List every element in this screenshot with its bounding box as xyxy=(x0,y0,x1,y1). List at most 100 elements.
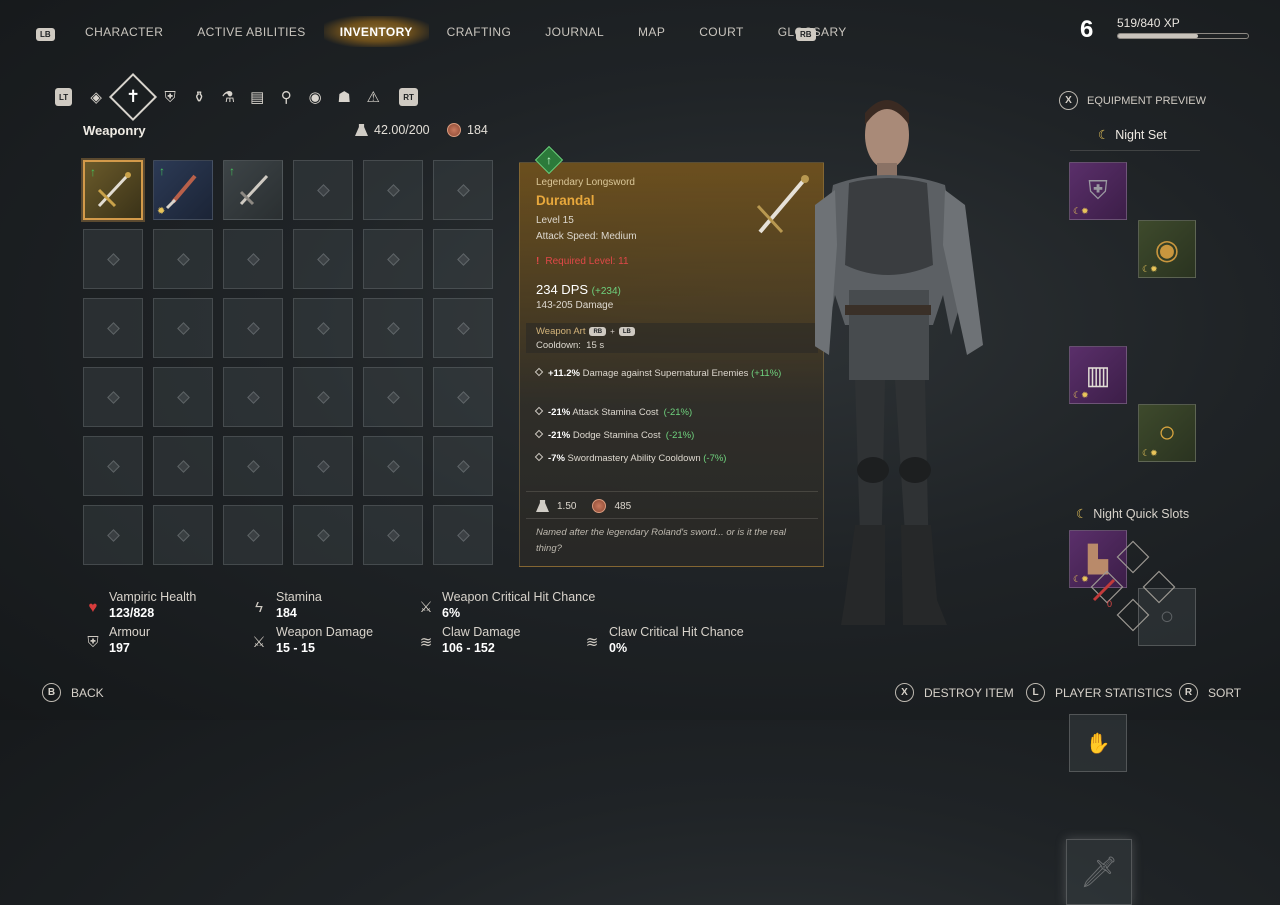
tab-character[interactable]: CHARACTER xyxy=(85,25,163,39)
weapon-icon[interactable]: ✝ xyxy=(109,72,158,122)
quick-slots-text: Night Quick Slots xyxy=(1093,506,1190,521)
inventory-slot-empty[interactable] xyxy=(433,436,493,496)
inventory-slot-empty[interactable] xyxy=(223,229,283,289)
inventory-slot-empty[interactable] xyxy=(153,367,213,427)
night-set-icon: ☾✹ xyxy=(1073,206,1089,216)
inventory-slot-empty[interactable] xyxy=(363,298,423,358)
potion-icon[interactable]: ⚱ xyxy=(186,84,212,110)
item-weight-price: 1.50 485 xyxy=(536,499,631,513)
inventory-slot-empty[interactable] xyxy=(83,505,143,565)
inventory-slot-empty[interactable] xyxy=(223,367,283,427)
lb-badge: LB xyxy=(618,327,635,336)
inventory-slot-empty[interactable] xyxy=(293,160,353,220)
bomb-icon[interactable]: ◉ xyxy=(302,84,328,110)
inventory-slot-empty[interactable] xyxy=(433,367,493,427)
night-set-icon: ☾✹ xyxy=(1073,390,1089,400)
alert-icon[interactable]: ⚠ xyxy=(360,84,386,110)
moon-icon: ☾ xyxy=(1076,507,1088,521)
stat-stamina: Stamina 184 xyxy=(276,590,322,620)
tab-inventory[interactable]: INVENTORY xyxy=(323,16,429,47)
ring-icon: ○ xyxy=(1157,416,1177,449)
inventory-slot-empty[interactable] xyxy=(223,505,283,565)
required-level: ! Required Level: 11 xyxy=(536,256,629,267)
quick-slots-dpad[interactable] xyxy=(1084,540,1184,635)
lightning-icon: ϟ xyxy=(255,598,263,616)
set-divider xyxy=(1070,150,1200,151)
equipment-preview-button[interactable]: X EQUIPMENT PREVIEW xyxy=(1059,91,1206,110)
equip-slot-ring[interactable]: ○ ☾✹ xyxy=(1138,404,1196,462)
inventory-slot-empty[interactable] xyxy=(153,229,213,289)
flask-icon[interactable]: ⚗ xyxy=(215,84,241,110)
inventory-slot-empty[interactable] xyxy=(293,298,353,358)
left-trigger-hint[interactable]: LT xyxy=(55,88,73,106)
inventory-slot-empty[interactable] xyxy=(83,367,143,427)
plus-sign: + xyxy=(610,327,615,336)
inventory-slot-empty[interactable] xyxy=(363,229,423,289)
heart-icon: ♥ xyxy=(88,598,98,616)
helmet-icon[interactable]: ☗ xyxy=(331,84,357,110)
inventory-slot-empty[interactable] xyxy=(433,160,493,220)
right-trigger-hint[interactable]: RT xyxy=(399,88,418,106)
inventory-slot-empty[interactable] xyxy=(363,160,423,220)
inventory-slot-empty[interactable] xyxy=(363,436,423,496)
tab-crafting[interactable]: CRAFTING xyxy=(447,25,512,39)
inventory-slot-empty[interactable] xyxy=(433,229,493,289)
inventory-slot-empty[interactable] xyxy=(363,505,423,565)
equip-slot-weapon[interactable]: 🗡 xyxy=(1066,839,1132,905)
back-button[interactable]: B BACK xyxy=(42,683,104,702)
sort-button[interactable]: R SORT xyxy=(1179,683,1241,702)
xp-bar xyxy=(1117,33,1249,39)
destroy-item-button[interactable]: X DESTROY ITEM xyxy=(895,683,1014,702)
weapon-art-label: Weapon Art RB + LB xyxy=(536,326,635,337)
equip-slot-amulet[interactable]: ◉ ☾✹ xyxy=(1138,220,1196,278)
item-dps: 234 DPS (+234) xyxy=(536,282,621,297)
inventory-slot-empty[interactable] xyxy=(83,436,143,496)
sword-icon xyxy=(239,174,269,206)
tab-court[interactable]: COURT xyxy=(699,25,743,39)
inventory-slot-empty[interactable] xyxy=(83,298,143,358)
tab-map[interactable]: MAP xyxy=(638,25,665,39)
inventory-slot-sword[interactable]: ↑ xyxy=(223,160,283,220)
empty-slot-icon xyxy=(106,390,120,404)
warning-icon: ! xyxy=(536,256,540,267)
inventory-slot-empty[interactable] xyxy=(83,229,143,289)
inventory-slot-empty[interactable] xyxy=(153,436,213,496)
b-button-icon: B xyxy=(42,683,61,702)
inventory-slot-durandal[interactable]: ↑ xyxy=(83,160,143,220)
chestplate-icon: ⛨ xyxy=(1088,175,1108,205)
inventory-slot-empty[interactable] xyxy=(363,367,423,427)
player-statistics-button[interactable]: L PLAYER STATISTICS xyxy=(1026,683,1172,702)
equip-slot-legs[interactable]: ▥ ☾✹ xyxy=(1069,346,1127,404)
inventory-slot-blade[interactable]: ↑ ✹ xyxy=(153,160,213,220)
equip-slot-gloves[interactable]: ✋ xyxy=(1069,714,1127,772)
stat-armour: Armour 197 xyxy=(109,625,150,655)
inventory-slot-empty[interactable] xyxy=(293,367,353,427)
weight-icon xyxy=(536,500,549,512)
carry-weight: 42.00/200 xyxy=(355,123,430,137)
inventory-slot-empty[interactable] xyxy=(293,436,353,496)
equip-slot-chest[interactable]: ⛨ ☾✹ xyxy=(1069,162,1127,220)
claw-icon: ≋ xyxy=(419,634,433,651)
book-icon[interactable]: ▤ xyxy=(244,84,270,110)
inventory-slot-empty[interactable] xyxy=(433,505,493,565)
mortar-icon[interactable]: ⚲ xyxy=(273,84,299,110)
inventory-slot-empty[interactable] xyxy=(223,298,283,358)
tab-active-abilities[interactable]: ACTIVE ABILITIES xyxy=(197,25,305,39)
armor-icon[interactable]: ⛨ xyxy=(157,84,183,110)
stat-swordmastery-cooldown: -7% Swordmastery Ability Cooldown (-7%) xyxy=(534,451,736,467)
inventory-slot-empty[interactable] xyxy=(153,505,213,565)
left-bumper-hint[interactable]: LB xyxy=(36,24,55,42)
inventory-slot-empty[interactable] xyxy=(153,298,213,358)
inventory-slot-empty[interactable] xyxy=(223,436,283,496)
amulet-icon: ◉ xyxy=(1154,233,1180,265)
item-price: 485 xyxy=(614,500,632,512)
stat-attack-stamina: -21% Attack Stamina Cost (-21%) xyxy=(534,405,806,421)
inventory-slot-empty[interactable] xyxy=(433,298,493,358)
tab-journal[interactable]: JOURNAL xyxy=(545,25,604,39)
xp-bar-fill xyxy=(1118,34,1199,38)
inventory-slot-empty[interactable] xyxy=(293,505,353,565)
right-bumper-hint[interactable]: RB xyxy=(796,24,816,42)
all-items-icon[interactable]: ◈ xyxy=(83,84,109,110)
armour-icon: ⛨ xyxy=(87,633,99,651)
inventory-slot-empty[interactable] xyxy=(293,229,353,289)
